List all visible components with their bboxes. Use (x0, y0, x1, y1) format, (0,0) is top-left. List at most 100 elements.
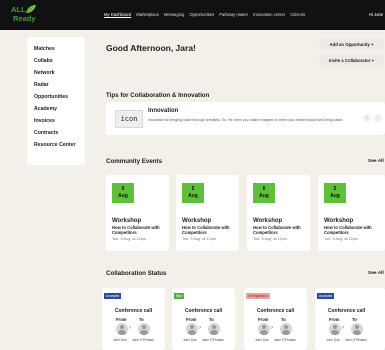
collab-title: Conference call (114, 308, 153, 314)
collab-to-name: Jane O'Pertach (274, 338, 296, 342)
sidebar-item-resource-center[interactable]: Resource Center (34, 141, 85, 153)
event-title: Workshop (182, 218, 212, 224)
avatar (138, 323, 150, 335)
event-time: Tue, 5 Aug, at 12pm (182, 237, 217, 241)
avatar (351, 323, 363, 335)
add-opportunity-button[interactable]: Add an Opportunity + (319, 39, 384, 50)
event-date-badge: 5 Aug (182, 183, 204, 203)
event-title: Workshop (112, 218, 142, 224)
sidebar-item-invoices[interactable]: Invoices (34, 117, 85, 129)
sidebar-item-radar[interactable]: Radar (34, 81, 85, 93)
event-month: Aug (118, 192, 128, 199)
event-card[interactable]: 5 Aug Workshop How to Collaborate with C… (176, 175, 239, 251)
event-subtitle: How to Collaborate with Competitors (324, 225, 372, 235)
event-subtitle: How to Collaborate with Competitors (182, 225, 230, 235)
collab-from-label: From (116, 317, 127, 322)
collab-card[interactable]: Accepted Conference call From To › John … (315, 288, 385, 350)
brand-logo-line2: Ready (13, 14, 36, 23)
event-subtitle: How to Collaborate with Competitors (112, 225, 160, 235)
event-date-badge: 5 Aug (112, 183, 134, 203)
avatar (258, 323, 270, 335)
collab-see-all-link[interactable]: See All (368, 271, 384, 276)
tip-title: Innovation (148, 108, 179, 114)
collab-card[interactable]: Accepted Conference call From To › John … (102, 288, 165, 350)
nav-pathway-maker[interactable]: Pathway maker (219, 12, 248, 17)
collab-from-name: John Doe (183, 338, 197, 342)
chevron-left-icon[interactable]: ‹ (363, 114, 371, 122)
collab-from-name: John Doe (113, 338, 127, 342)
sidebar-item-collabs[interactable]: Collabs (34, 57, 85, 69)
avatar (208, 323, 220, 335)
top-navigation-bar: ALL Ready My Dashboard Marketplace Messa… (0, 0, 385, 30)
sidebar-item-contracts[interactable]: Contracts (34, 129, 85, 141)
brand-logo-line1: ALL (11, 5, 26, 14)
collab-to-name: Jane O'Pertach (202, 338, 224, 342)
avatar (280, 323, 292, 335)
collab-to-name: Jane O'Pertach (345, 338, 367, 342)
chevron-right-icon: › (271, 325, 273, 331)
sidebar-item-academy[interactable]: Academy (34, 105, 85, 117)
event-month: Aug (188, 192, 198, 199)
tips-card: icon Innovation Innovation is bringing v… (106, 102, 385, 135)
collab-title: Conference call (256, 308, 295, 314)
nav-opportunities[interactable]: Opportunities (189, 12, 214, 17)
collab-from-label: From (258, 317, 269, 322)
main-nav: My Dashboard Marketplace Messaging Oppor… (104, 12, 305, 17)
brand-logo[interactable]: ALL Ready (11, 5, 45, 25)
collab-card[interactable]: New Conference call From To › John Doe J… (172, 288, 235, 350)
chevron-right-icon: › (199, 325, 201, 331)
event-date-badge: 5 Aug (253, 183, 275, 203)
nav-messaging[interactable]: Messaging (164, 12, 184, 17)
event-month: Aug (330, 192, 340, 199)
sidebar-item-opportunities[interactable]: Opportunities (34, 93, 85, 105)
collab-title: Conference call (327, 308, 366, 314)
user-greeting[interactable]: Hi Jara! (369, 12, 383, 17)
collab-to-label: To (139, 317, 144, 322)
sidebar: Matches Collabs Network Radar Opportunit… (27, 37, 85, 165)
collab-section-title: Collaboration Status (106, 270, 167, 277)
event-time: Tue, 5 Aug, at 12pm (324, 237, 359, 241)
sidebar-item-network[interactable]: Network (34, 69, 85, 81)
event-month: Aug (259, 192, 269, 199)
event-title: Workshop (253, 218, 283, 224)
event-card[interactable]: 5 Aug Workshop How to Collaborate with C… (106, 175, 169, 251)
chevron-right-icon: › (342, 325, 344, 331)
event-card[interactable]: 5 Aug Workshop How to Collaborate with C… (318, 175, 385, 251)
collab-from-label: From (186, 317, 197, 322)
event-title: Workshop (324, 218, 354, 224)
events-section-title: Community Events (106, 158, 163, 165)
sidebar-item-matches[interactable]: Matches (34, 45, 85, 57)
status-badge: In Negotiation (246, 293, 270, 299)
nav-marketplace[interactable]: Marketplace (136, 12, 159, 17)
nav-dashboard[interactable]: My Dashboard (104, 12, 131, 17)
event-subtitle: How to Collaborate with Competitors (253, 225, 301, 235)
status-badge: New (174, 293, 185, 299)
avatar (186, 323, 198, 335)
nav-citizens[interactable]: Citizens (290, 12, 305, 17)
avatar (116, 323, 128, 335)
events-see-all-link[interactable]: See All (368, 159, 384, 164)
leaf-icon (25, 5, 36, 14)
collab-card[interactable]: In Negotiation Conference call From To ›… (244, 288, 307, 350)
tip-placeholder-icon: icon (115, 110, 143, 128)
collab-to-label: To (281, 317, 286, 322)
status-badge: Accepted (317, 293, 335, 299)
nav-innovation-center[interactable]: Innovation center (253, 12, 285, 17)
event-card[interactable]: 5 Aug Workshop How to Collaborate with C… (247, 175, 310, 251)
event-time: Tue, 5 Aug, at 12pm (253, 237, 288, 241)
status-badge: Accepted (104, 293, 122, 299)
tips-section-title: Tips for Collaboration & Innovation (106, 92, 210, 99)
event-date-badge: 5 Aug (324, 183, 346, 203)
event-time: Tue, 5 Aug, at 12pm (112, 237, 147, 241)
collab-to-label: To (352, 317, 357, 322)
collab-from-label: From (329, 317, 340, 322)
avatar (329, 323, 341, 335)
collab-from-name: John Doe (326, 338, 340, 342)
invite-collaborator-button[interactable]: Invite a Collaborator + (319, 55, 384, 66)
page-greeting: Good Afternoon, Jara! (106, 43, 196, 53)
chevron-right-icon[interactable]: › (374, 114, 382, 122)
collab-to-label: To (209, 317, 214, 322)
chevron-right-icon: › (129, 325, 131, 331)
collab-title: Conference call (184, 308, 223, 314)
collab-from-name: John Doe (255, 338, 269, 342)
